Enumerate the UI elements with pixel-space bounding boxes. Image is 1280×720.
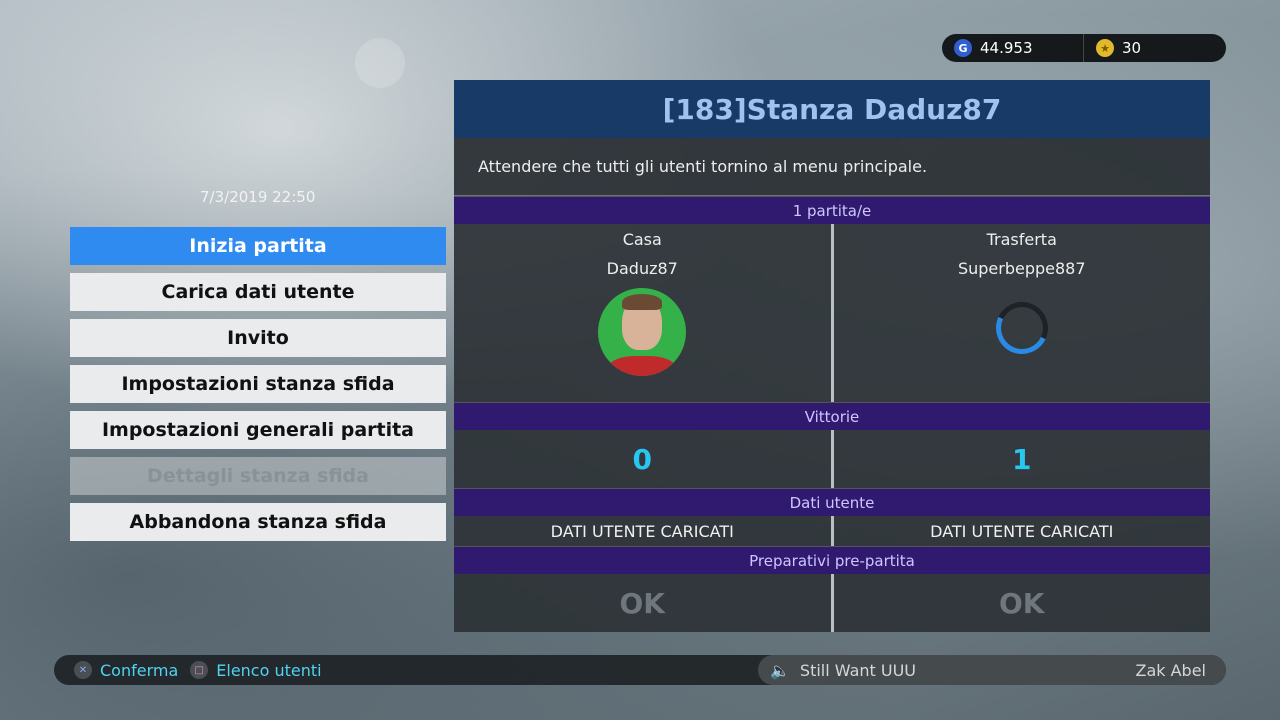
leave-room-button[interactable]: Abbandona stanza sfida bbox=[70, 503, 446, 541]
room-message: Attendere che tutti gli utenti tornino a… bbox=[454, 138, 1210, 196]
background-bokeh bbox=[355, 38, 405, 88]
track-title: Still Want UUU bbox=[799, 660, 917, 680]
speaker-icon: 🔈 bbox=[770, 660, 790, 680]
general-match-settings-button[interactable]: Impostazioni generali partita bbox=[70, 411, 446, 449]
user-list-label: Elenco utenti bbox=[216, 660, 322, 680]
confirm-label: Conferma bbox=[100, 660, 179, 680]
wins-row: 0 1 bbox=[454, 430, 1210, 488]
userdata-header: Dati utente bbox=[454, 488, 1210, 516]
away-player: Trasferta Superbeppe887 bbox=[830, 224, 1210, 402]
currency-bar: G 44.953 ★ 30 bbox=[942, 34, 1226, 62]
track-artist: Zak Abel bbox=[1135, 660, 1206, 680]
loading-spinner-icon bbox=[988, 294, 1056, 362]
prematch-header: Preparativi pre-partita bbox=[454, 546, 1210, 574]
home-label: Casa bbox=[622, 230, 662, 249]
star-coin-icon: ★ bbox=[1096, 39, 1114, 57]
user-list-hint[interactable]: □ Elenco utenti bbox=[190, 660, 322, 680]
home-player: Casa Daduz87 bbox=[454, 224, 831, 402]
gp-balance: G 44.953 bbox=[942, 34, 1084, 62]
userdata-row: DATI UTENTE CARICATI DATI UTENTE CARICAT… bbox=[454, 516, 1210, 546]
now-playing: 🔈 Still Want UUU Zak Abel bbox=[758, 655, 1226, 685]
away-prematch-status: OK bbox=[830, 574, 1210, 632]
away-player-name: Superbeppe887 bbox=[957, 259, 1086, 278]
room-menu: Inizia partita Carica dati utente Invito… bbox=[70, 227, 446, 549]
home-avatar bbox=[598, 288, 687, 376]
gp-amount: 44.953 bbox=[980, 39, 1033, 57]
wins-header: Vittorie bbox=[454, 402, 1210, 430]
away-userdata-status: DATI UTENTE CARICATI bbox=[830, 516, 1210, 546]
home-prematch-status: OK bbox=[454, 574, 831, 632]
room-panel: [183]Stanza Daduz87 Attendere che tutti … bbox=[454, 80, 1210, 632]
away-wins: 1 bbox=[830, 430, 1210, 488]
coin-balance: ★ 30 bbox=[1084, 34, 1141, 62]
home-wins: 0 bbox=[454, 430, 831, 488]
challenge-room-settings-button[interactable]: Impostazioni stanza sfida bbox=[70, 365, 446, 403]
room-title: [183]Stanza Daduz87 bbox=[454, 80, 1210, 138]
challenge-room-details-button: Dettagli stanza sfida bbox=[70, 457, 446, 495]
home-userdata-status: DATI UTENTE CARICATI bbox=[454, 516, 831, 546]
invite-button[interactable]: Invito bbox=[70, 319, 446, 357]
matches-header: 1 partita/e bbox=[454, 196, 1210, 224]
prematch-row: OK OK bbox=[454, 574, 1210, 632]
gp-coin-icon: G bbox=[954, 39, 972, 57]
square-button-icon: □ bbox=[190, 661, 209, 679]
datetime: 7/3/2019 22:50 bbox=[200, 188, 316, 206]
home-player-name: Daduz87 bbox=[606, 259, 678, 278]
load-user-data-button[interactable]: Carica dati utente bbox=[70, 273, 446, 311]
confirm-hint[interactable]: ✕ Conferma bbox=[74, 661, 178, 680]
players-row: Casa Daduz87 Trasferta Superbeppe887 bbox=[454, 224, 1210, 402]
footer-bar: ✕ Conferma □ Elenco utenti 🔈 Still Want … bbox=[54, 655, 1226, 685]
start-match-button[interactable]: Inizia partita bbox=[70, 227, 446, 265]
away-label: Trasferta bbox=[986, 230, 1057, 249]
coin-amount: 30 bbox=[1122, 39, 1142, 57]
cross-button-icon: ✕ bbox=[74, 661, 92, 679]
